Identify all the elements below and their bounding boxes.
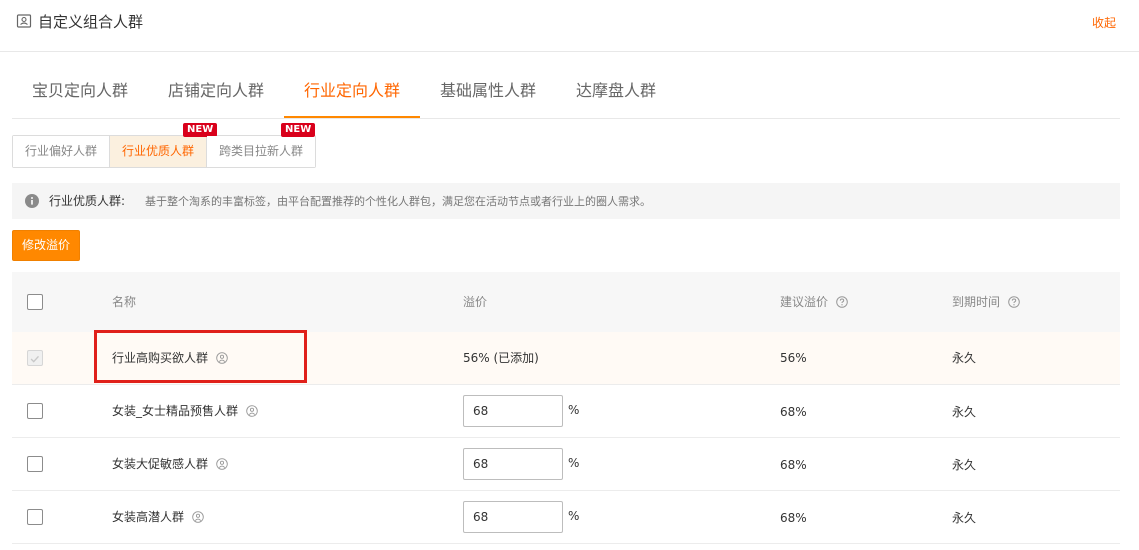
column-expiry-label: 到期时间 (952, 295, 1001, 309)
tab-shop-crowd[interactable]: 店铺定向人群 (148, 65, 284, 118)
panel-title: 自定义组合人群 (38, 13, 144, 31)
column-name: 名称 (112, 295, 137, 309)
crowd-name: 女装大促敏感人群 (112, 457, 209, 471)
suggested-premium: 68% (780, 458, 807, 472)
person-icon (246, 405, 258, 417)
tab-damopan-crowd[interactable]: 达摩盘人群 (556, 65, 676, 118)
crowd-type-tabs: 宝贝定向人群 店铺定向人群 行业定向人群 基础属性人群 达摩盘人群 (12, 65, 1120, 119)
person-icon (216, 458, 228, 470)
tab-industry-crowd[interactable]: 行业定向人群 (284, 65, 420, 118)
help-icon[interactable] (836, 296, 848, 308)
panel-header: 自定义组合人群 收起 (0, 0, 1139, 52)
premium-added-text: 56% (已添加) (463, 351, 539, 365)
highlight-box (94, 330, 307, 383)
percent-unit: % (568, 403, 580, 417)
table-row: 女装大促敏感人群 % 68% 永久 (12, 438, 1120, 491)
info-icon (25, 194, 39, 208)
notice-label: 行业优质人群: (49, 194, 126, 208)
notice-text: 基于整个淘系的丰富标签，由平台配置推荐的个性化人群包，满足您在活动节点或者行业上… (145, 195, 651, 208)
expiry-value: 永久 (952, 405, 977, 419)
premium-input[interactable] (463, 501, 563, 533)
subtab-industry-quality[interactable]: 行业优质人群 NEW (110, 123, 218, 167)
expiry-value: 永久 (952, 351, 977, 365)
table-row: 女装_女士精品预售人群 % 68% 永久 (12, 385, 1120, 438)
column-suggested: 建议溢价 (780, 294, 848, 310)
select-all-checkbox[interactable] (27, 294, 43, 310)
row-checkbox[interactable] (27, 456, 43, 472)
row-checkbox-disabled (27, 350, 43, 366)
percent-unit: % (568, 509, 580, 523)
column-expiry: 到期时间 (952, 294, 1020, 310)
expiry-value: 永久 (952, 511, 977, 525)
crowd-name: 女装_女士精品预售人群 (112, 404, 239, 418)
row-checkbox[interactable] (27, 509, 43, 525)
subtab-cross-category[interactable]: 跨类目拉新人群 NEW (207, 123, 316, 167)
subtab-label: 行业优质人群 (122, 144, 195, 158)
info-notice: 行业优质人群: 基于整个淘系的丰富标签，由平台配置推荐的个性化人群包，满足您在活… (12, 183, 1120, 219)
premium-input[interactable] (463, 395, 563, 427)
table-header: 名称 溢价 建议溢价 到期时间 (12, 272, 1120, 332)
collapse-link[interactable]: 收起 (1092, 15, 1116, 31)
row-checkbox[interactable] (27, 403, 43, 419)
column-premium: 溢价 (463, 295, 488, 309)
crowd-name-cell: 女装_女士精品预售人群 (112, 403, 258, 419)
suggested-premium: 68% (780, 511, 807, 525)
crowd-name-cell: 女装大促敏感人群 (112, 456, 228, 472)
tab-basic-attr-crowd[interactable]: 基础属性人群 (420, 65, 556, 118)
person-icon (192, 511, 204, 523)
new-badge: NEW (183, 123, 218, 137)
premium-input[interactable] (463, 448, 563, 480)
expiry-value: 永久 (952, 458, 977, 472)
new-badge: NEW (281, 123, 316, 137)
suggested-premium: 68% (780, 405, 807, 419)
check-icon (30, 355, 39, 363)
crowd-table: 名称 溢价 建议溢价 到期时间 行业高购买欲人群 56% (已添加) 56% 永… (12, 272, 1120, 544)
industry-subtabs: 行业偏好人群 行业优质人群 NEW 跨类目拉新人群 NEW (12, 123, 317, 168)
subtab-industry-preference[interactable]: 行业偏好人群 (13, 136, 111, 167)
subtab-label: 行业偏好人群 (25, 144, 98, 158)
group-card-icon (16, 14, 32, 28)
suggested-premium: 56% (780, 351, 807, 365)
percent-unit: % (568, 456, 580, 470)
table-row: 女装高潜人群 % 68% 永久 (12, 491, 1120, 544)
column-suggested-label: 建议溢价 (780, 295, 829, 309)
tab-item-crowd[interactable]: 宝贝定向人群 (12, 65, 148, 118)
help-icon[interactable] (1008, 296, 1020, 308)
modify-premium-button[interactable]: 修改溢价 (12, 230, 80, 261)
subtab-label: 跨类目拉新人群 (219, 144, 304, 158)
crowd-name-cell: 女装高潜人群 (112, 509, 204, 525)
crowd-name: 女装高潜人群 (112, 510, 185, 524)
